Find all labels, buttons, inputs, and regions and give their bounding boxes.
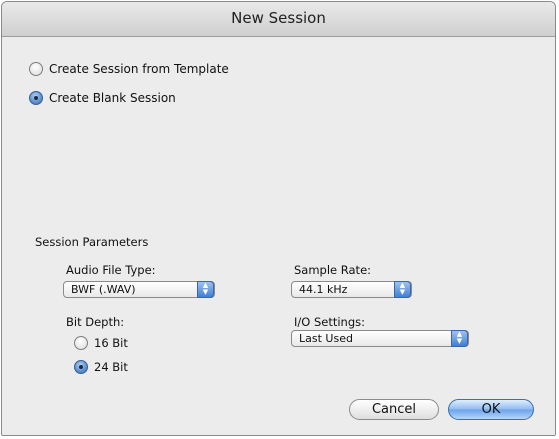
sample-rate-value: 44.1 kHz — [299, 283, 348, 296]
audio-file-type-label: Audio File Type: — [66, 263, 156, 277]
audio-file-type-select[interactable]: BWF (.WAV) ▲ ▼ — [63, 281, 215, 298]
dialog-title: New Session — [231, 9, 326, 27]
select-arrows-icon: ▲ ▼ — [197, 281, 214, 298]
io-settings-select[interactable]: Last Used ▲ ▼ — [291, 330, 469, 347]
radio-create-from-template[interactable]: Create Session from Template — [29, 62, 229, 76]
select-arrows-icon: ▲ ▼ — [394, 281, 411, 298]
title-bar[interactable]: New Session — [2, 2, 555, 37]
radio-button-unchecked[interactable] — [74, 336, 88, 350]
ok-button[interactable]: OK — [448, 399, 534, 420]
radio-bit-depth-16[interactable]: 16 Bit — [74, 336, 128, 350]
radio-label: 24 Bit — [94, 360, 128, 374]
new-session-dialog: New Session Create Session from Template… — [1, 1, 556, 436]
session-parameters-heading: Session Parameters — [35, 235, 149, 249]
io-settings-label: I/O Settings: — [294, 315, 366, 329]
radio-bit-depth-24[interactable]: 24 Bit — [74, 360, 128, 374]
radio-button-checked[interactable] — [29, 91, 43, 105]
sample-rate-select[interactable]: 44.1 kHz ▲ ▼ — [291, 281, 412, 298]
sample-rate-label: Sample Rate: — [294, 263, 372, 277]
radio-button-unchecked[interactable] — [29, 62, 43, 76]
audio-file-type-value: BWF (.WAV) — [71, 283, 136, 296]
radio-create-blank-session[interactable]: Create Blank Session — [29, 91, 176, 105]
radio-button-checked[interactable] — [74, 360, 88, 374]
dialog-content: Create Session from Template Create Blan… — [2, 37, 555, 435]
select-arrows-icon: ▲ ▼ — [451, 330, 468, 347]
cancel-button[interactable]: Cancel — [349, 399, 439, 420]
radio-label: Create Session from Template — [49, 62, 229, 76]
io-settings-value: Last Used — [299, 332, 353, 345]
bit-depth-label: Bit Depth: — [66, 315, 125, 329]
radio-label: 16 Bit — [94, 336, 128, 350]
radio-label: Create Blank Session — [49, 91, 176, 105]
